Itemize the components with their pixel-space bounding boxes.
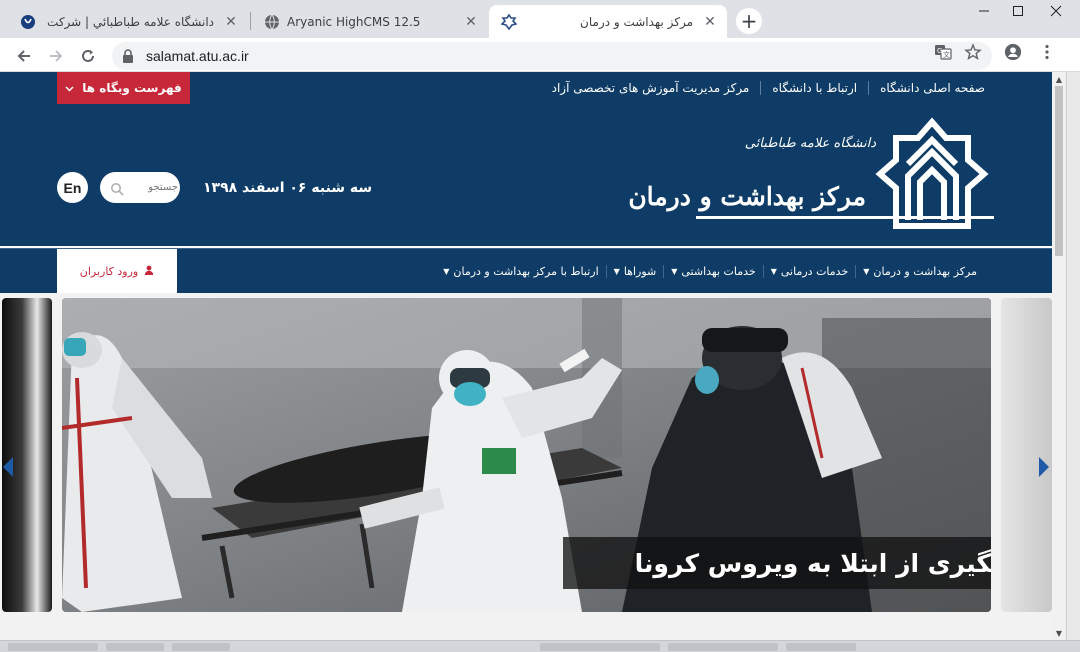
university-name: دانشگاه علامه طباطبائی bbox=[744, 136, 876, 151]
profile-icon[interactable] bbox=[1004, 43, 1022, 61]
university-logo-icon bbox=[20, 14, 36, 30]
vertical-scrollbar[interactable]: ▲ ▼ bbox=[1052, 72, 1066, 640]
browser-window: دانشگاه علامه طباطبائي | شرکت سامانه سا … bbox=[0, 0, 1080, 652]
center-logo-icon bbox=[501, 13, 517, 30]
next-slide-image[interactable] bbox=[1001, 298, 1052, 612]
translate-icon[interactable]: G文 bbox=[934, 43, 952, 61]
header-divider bbox=[696, 216, 994, 219]
site-topbar: صفحه اصلی دانشگاه ارتباط با دانشگاه مرکز… bbox=[0, 72, 1052, 104]
address-bar[interactable]: salamat.atu.ac.ir bbox=[112, 42, 992, 70]
close-icon[interactable]: ✕ bbox=[462, 13, 480, 31]
nav-item-label: خدمات بهداشتی bbox=[681, 264, 756, 278]
login-button-label: ورود کاربران bbox=[79, 265, 139, 278]
scroll-up-icon[interactable]: ▲ bbox=[1052, 72, 1066, 86]
svg-text:G: G bbox=[937, 47, 942, 55]
chevron-down-icon: ▼ bbox=[613, 266, 620, 276]
top-link-contact-university[interactable]: ارتباط با دانشگاه bbox=[760, 81, 868, 95]
close-icon[interactable]: ✕ bbox=[701, 13, 719, 31]
search-box[interactable] bbox=[100, 172, 180, 203]
nav-item-label: شوراها bbox=[623, 264, 657, 278]
chevron-down-icon: ▼ bbox=[863, 266, 870, 276]
back-icon[interactable] bbox=[10, 42, 38, 70]
top-link-training-center[interactable]: مرکز مدیریت آموزش های تخصصی آزاد bbox=[541, 81, 761, 95]
tab-salamat[interactable]: مرکز بهداشت و درمان ✕ bbox=[489, 5, 727, 38]
search-icon[interactable] bbox=[110, 181, 124, 196]
site-header: دانشگاه علامه طباطبائی مرکز بهداشت و درم… bbox=[0, 104, 1052, 246]
menu-dots-icon[interactable] bbox=[1038, 43, 1056, 61]
center-name: مرکز بهداشت و درمان bbox=[628, 182, 866, 211]
window-gutter bbox=[1066, 72, 1080, 640]
previous-slide-image[interactable] bbox=[2, 298, 52, 612]
nav-item-councils[interactable]: شوراها ▼ bbox=[605, 264, 664, 278]
main-slide-image[interactable]: پیشگیری از ابتلا به ویروس کرونا bbox=[62, 298, 991, 612]
chevron-down-icon: ▼ bbox=[443, 266, 450, 276]
reload-icon[interactable] bbox=[74, 42, 102, 70]
taskbar-strip bbox=[0, 640, 1080, 652]
close-window-icon[interactable] bbox=[1034, 0, 1078, 22]
portals-button-label: فهرست وبگاه ها bbox=[82, 81, 182, 95]
scrollbar-thumb[interactable] bbox=[1055, 86, 1063, 256]
scroll-down-icon[interactable]: ▼ bbox=[1052, 626, 1066, 640]
slider-prev-arrow-icon[interactable] bbox=[2, 456, 14, 482]
new-tab-button[interactable]: + bbox=[736, 8, 762, 34]
user-icon bbox=[144, 265, 154, 278]
nav-item-label: ارتباط با مرکز بهداشت و درمان bbox=[453, 264, 599, 278]
nav-item-label: مرکز بهداشت و درمان bbox=[873, 264, 977, 278]
globe-icon bbox=[264, 14, 280, 30]
svg-text:文: 文 bbox=[943, 50, 950, 59]
nav-item-contact-center[interactable]: ارتباط با مرکز بهداشت و درمان ▼ bbox=[436, 265, 605, 278]
login-button[interactable]: ورود کاربران bbox=[57, 249, 177, 294]
tab-title: Aryanic HighCMS 12.5 bbox=[287, 14, 421, 29]
tab-strip: دانشگاه علامه طباطبائي | شرکت سامانه سا … bbox=[0, 0, 1080, 38]
tab-title: مرکز بهداشت و درمان bbox=[580, 14, 693, 29]
slider-next-arrow-icon[interactable] bbox=[1038, 456, 1050, 482]
tab-atu[interactable]: دانشگاه علامه طباطبائي | شرکت سامانه سا … bbox=[8, 5, 248, 38]
bookmark-star-icon[interactable] bbox=[964, 43, 982, 61]
tab-aryanic[interactable]: Aryanic HighCMS 12.5 ✕ bbox=[252, 5, 488, 38]
nav-item-health-center[interactable]: مرکز بهداشت و درمان ▼ bbox=[855, 264, 984, 278]
search-input[interactable] bbox=[130, 182, 178, 193]
browser-toolbar: salamat.atu.ac.ir G文 bbox=[0, 38, 1080, 72]
close-icon[interactable]: ✕ bbox=[222, 13, 240, 31]
image-slider: پیشگیری از ابتلا به ویروس کرونا bbox=[0, 293, 1052, 640]
forward-icon[interactable] bbox=[42, 42, 70, 70]
main-nav: مرکز بهداشت و درمان ▼ خدمات درمانی ▼ خدم… bbox=[0, 248, 1052, 294]
slide-caption[interactable]: پیشگیری از ابتلا به ویروس کرونا bbox=[563, 537, 991, 589]
current-date: سه شنبه ۰۶ اسفند ۱۳۹۸ bbox=[203, 180, 373, 196]
language-switch-button[interactable]: En bbox=[57, 172, 88, 203]
top-link-university-home[interactable]: صفحه اصلی دانشگاه bbox=[868, 81, 996, 95]
chevron-down-icon: ▼ bbox=[770, 266, 777, 276]
center-logo-icon[interactable] bbox=[874, 116, 990, 232]
top-links: صفحه اصلی دانشگاه ارتباط با دانشگاه مرکز… bbox=[541, 72, 996, 104]
nav-items: مرکز بهداشت و درمان ▼ خدمات درمانی ▼ خدم… bbox=[436, 249, 984, 293]
nav-item-health-services[interactable]: خدمات بهداشتی ▼ bbox=[663, 264, 763, 278]
nav-item-medical-services[interactable]: خدمات درمانی ▼ bbox=[762, 264, 856, 278]
page-viewport: صفحه اصلی دانشگاه ارتباط با دانشگاه مرکز… bbox=[0, 72, 1052, 640]
tab-title: دانشگاه علامه طباطبائي | شرکت سامانه سا bbox=[43, 14, 214, 29]
url-text: salamat.atu.ac.ir bbox=[146, 48, 249, 64]
chevron-down-icon bbox=[65, 81, 74, 95]
chevron-down-icon: ▼ bbox=[671, 266, 678, 276]
portals-list-button[interactable]: فهرست وبگاه ها bbox=[57, 72, 190, 104]
lock-icon bbox=[122, 48, 136, 64]
nav-item-label: خدمات درمانی bbox=[780, 264, 849, 278]
